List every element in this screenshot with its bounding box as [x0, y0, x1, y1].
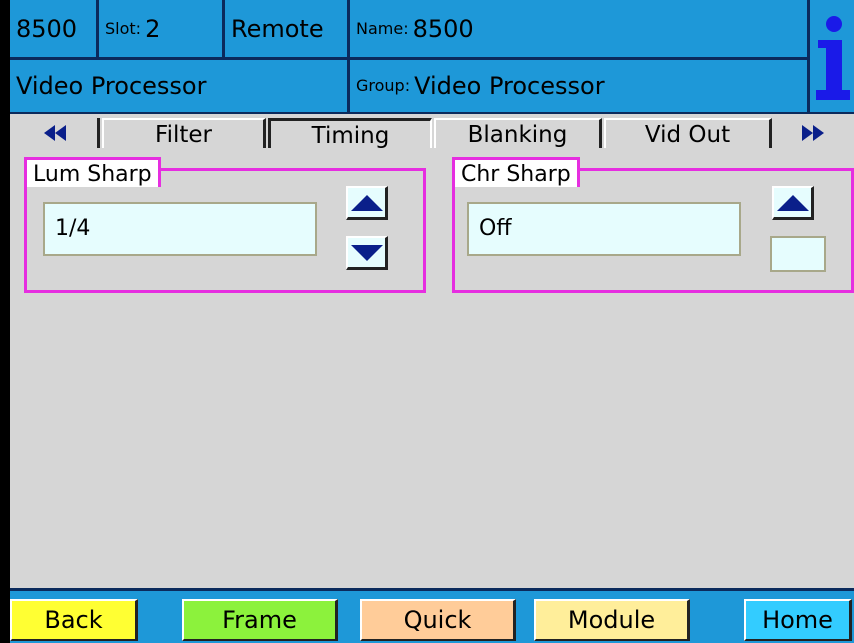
lum-sharp-label: Lum Sharp [24, 157, 161, 187]
up-arrow-icon [776, 194, 809, 211]
name-label: Name: [356, 18, 409, 38]
tab-next-button[interactable] [778, 118, 848, 148]
lum-sharp-up-button[interactable] [346, 186, 388, 220]
group-label: Group: [356, 76, 411, 95]
tab-bar: Filter Timing Blanking Vid Out [10, 114, 854, 152]
tab-blanking[interactable]: Blanking [434, 118, 602, 148]
slot-value: 2 [145, 14, 161, 43]
device-type-cell: Video Processor [10, 60, 347, 112]
home-button[interactable]: Home [744, 599, 852, 641]
back-button[interactable]: Back [10, 599, 138, 641]
lum-sharp-down-button[interactable] [346, 236, 388, 270]
info-cell[interactable] [810, 0, 854, 112]
group-cell: Group: Video Processor [350, 60, 807, 112]
double-left-arrow-icon [43, 125, 66, 141]
info-icon[interactable] [812, 8, 852, 104]
control-screen: 8500 Slot: 2 Remote Name: 8500 Video Pro… [10, 0, 854, 643]
name-cell: Name: 8500 [350, 0, 807, 57]
slot-cell: Slot: 2 [99, 0, 222, 57]
module-button[interactable]: Module [534, 599, 690, 641]
tab-vid-out[interactable]: Vid Out [604, 118, 772, 148]
down-arrow-icon [350, 244, 383, 261]
double-right-arrow-icon [802, 125, 824, 141]
up-arrow-icon [350, 194, 383, 211]
chr-sharp-up-button[interactable] [772, 186, 814, 220]
mode-cell: Remote [225, 0, 347, 57]
tab-filter[interactable]: Filter [102, 118, 266, 148]
device-type-text: Video Processor [16, 72, 207, 100]
chr-sharp-value-field[interactable]: Off [467, 202, 741, 256]
bottom-nav-bar: Back Frame Quick Module Home [10, 588, 854, 643]
slot-label: Slot: [105, 18, 142, 38]
name-value: 8500 [412, 14, 474, 43]
tab-timing[interactable]: Timing [268, 118, 432, 149]
chr-sharp-down-button-disabled [770, 236, 826, 272]
group-value: Video Processor [414, 72, 605, 100]
tab-prev-button[interactable] [12, 118, 100, 148]
quick-button[interactable]: Quick [360, 599, 516, 641]
frame-button[interactable]: Frame [182, 599, 338, 641]
mode-text: Remote [231, 14, 324, 43]
model-text: 8500 [16, 14, 78, 43]
lum-sharp-value-field[interactable]: 1/4 [43, 202, 317, 256]
chr-sharp-label: Chr Sharp [452, 157, 580, 187]
model-cell: 8500 [10, 0, 96, 57]
